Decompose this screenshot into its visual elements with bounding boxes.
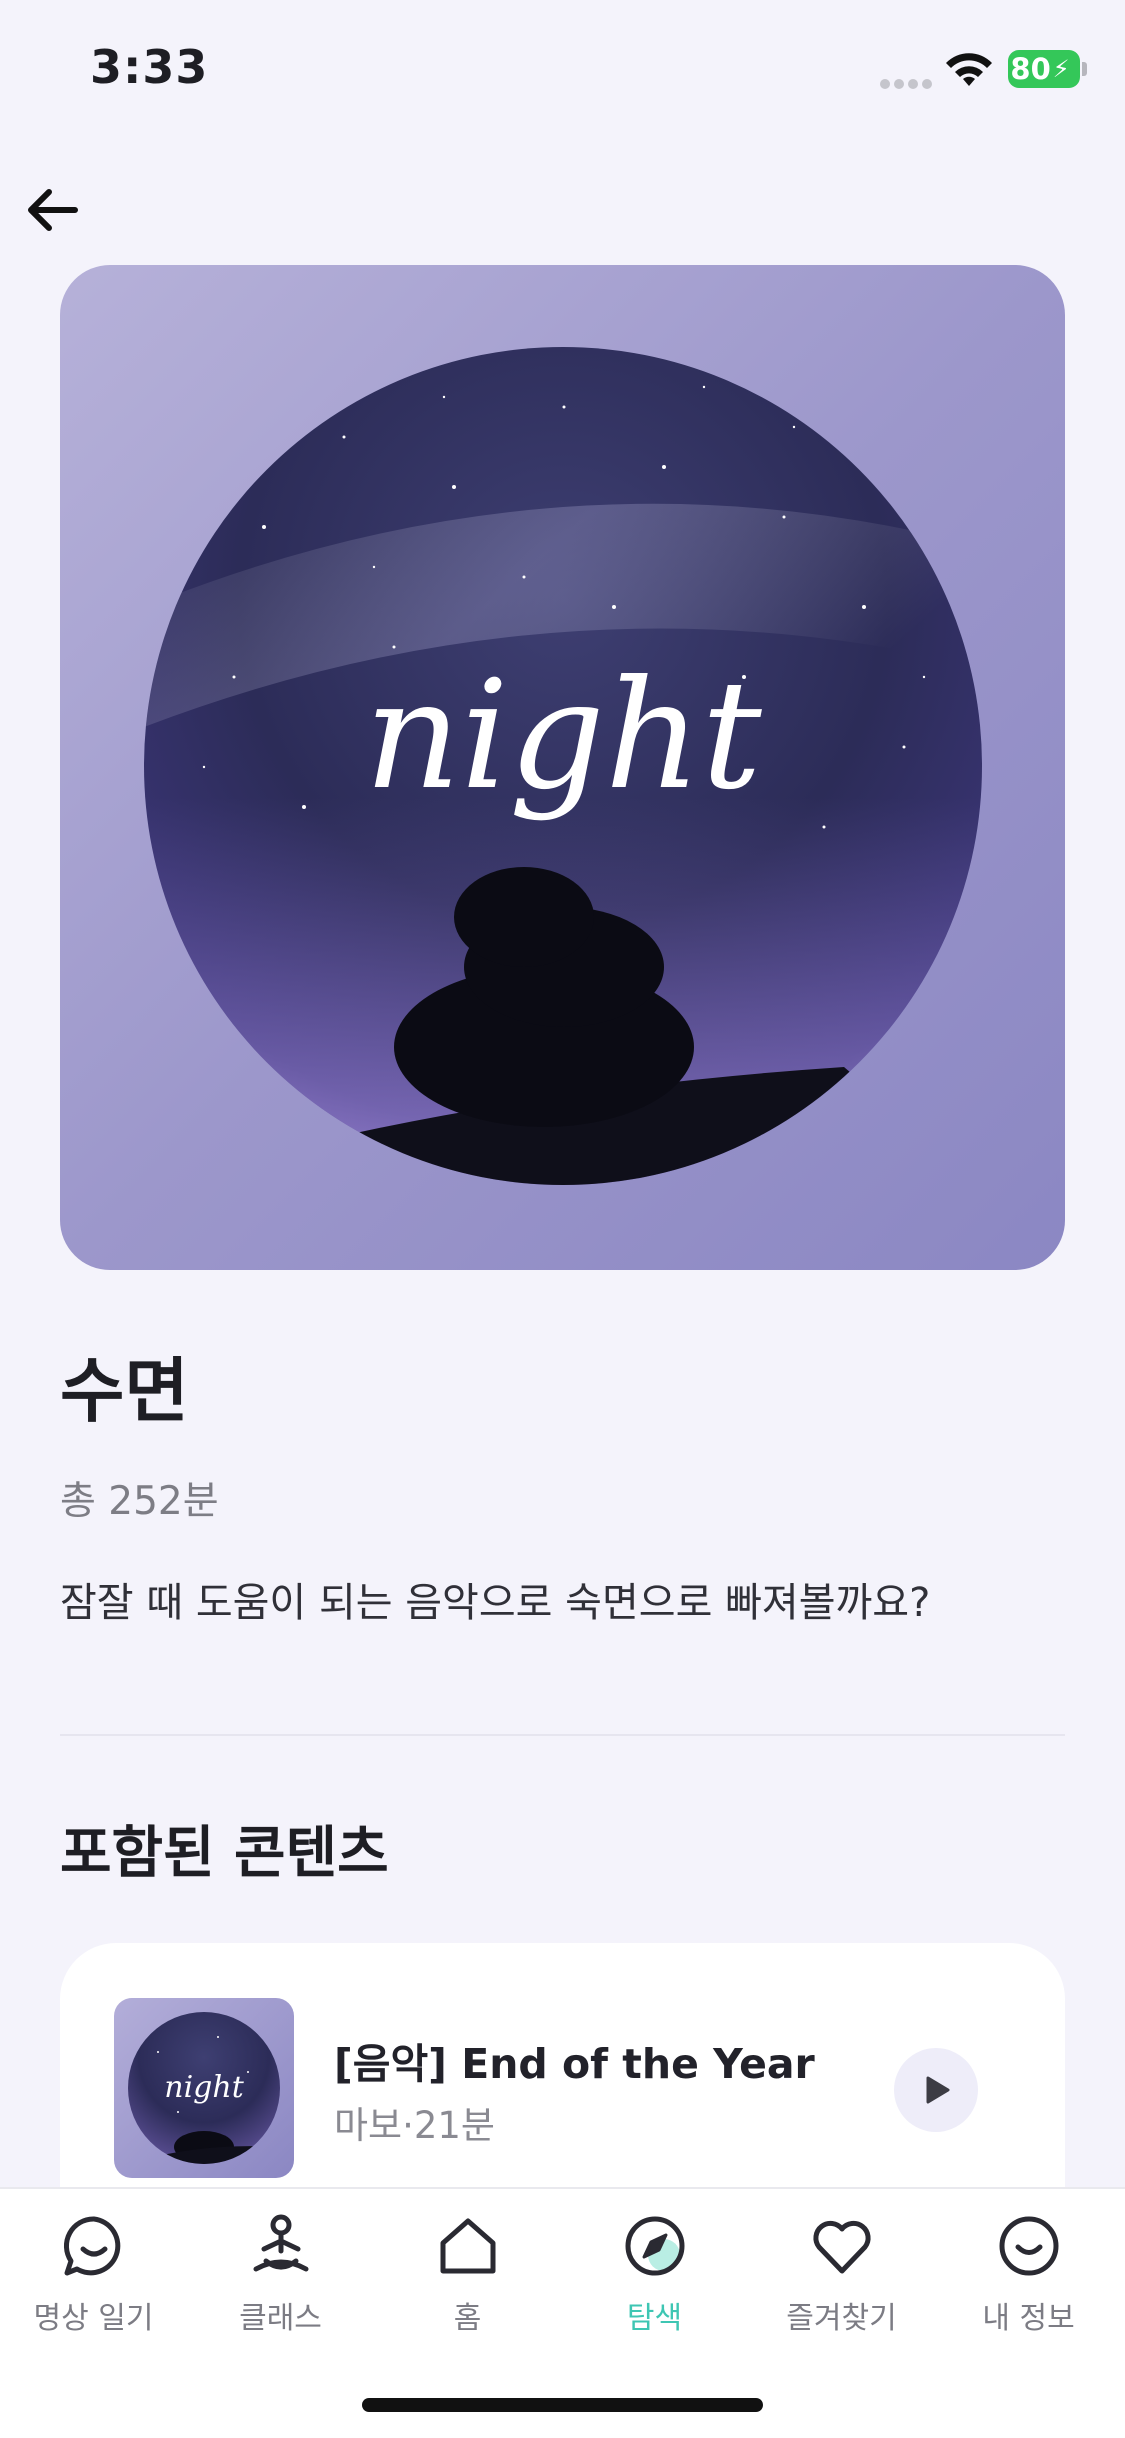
home-indicator	[362, 2398, 763, 2412]
play-button[interactable]	[894, 2048, 978, 2132]
tab-label: 내 정보	[982, 2301, 1075, 2336]
thumbnail-text: night	[164, 2070, 244, 2105]
tab-label: 즐겨찾기	[786, 2301, 897, 2336]
tab-explore[interactable]: 탐색	[561, 2189, 748, 2359]
battery-level: 80	[1010, 52, 1051, 86]
meditation-person-icon	[253, 2214, 308, 2272]
status-bar: 3:33 80 ⚡	[0, 0, 1125, 140]
starfield: night	[144, 385, 982, 1185]
track-title: [음악] End of the Year	[334, 2040, 815, 2088]
smile-face-icon	[999, 2216, 1058, 2276]
tab-label: 홈	[453, 2301, 482, 2336]
hero-artwork: night	[60, 265, 1065, 1270]
tab-class[interactable]: 클래스	[187, 2189, 374, 2359]
tab-label: 클래스	[239, 2301, 322, 2336]
wifi-icon	[946, 53, 992, 86]
tab-label: 탐색	[626, 2301, 683, 2336]
collection-description: 잠잘 때 도움이 되는 음악으로 숙면으로 빠져볼까요?	[60, 1580, 931, 1626]
status-time: 3:33	[90, 40, 209, 94]
tab-home[interactable]: 홈	[374, 2189, 561, 2359]
tab-meditation-diary[interactable]: 명상 일기	[0, 2189, 187, 2359]
play-icon	[926, 2076, 950, 2104]
track-meta: 마보·21분	[334, 2104, 495, 2147]
tab-label: 명상 일기	[33, 2301, 154, 2336]
tab-favorites[interactable]: 즐겨찾기	[748, 2189, 935, 2359]
tab-my-info[interactable]: 내 정보	[935, 2189, 1122, 2359]
compass-icon	[625, 2216, 684, 2276]
track-thumbnail: night	[114, 1998, 294, 2178]
artwork-title: night	[364, 649, 762, 823]
page-title: 수면	[60, 1350, 189, 1432]
track-list-item[interactable]: night [음악] End of the Year 마보·21분	[60, 1943, 1065, 2203]
battery-icon: 80 ⚡	[1008, 50, 1087, 88]
divider	[60, 1734, 1065, 1736]
cellular-signal-icon	[880, 74, 936, 89]
section-title: 포함된 콘텐츠	[60, 1821, 389, 1886]
back-button[interactable]	[18, 175, 88, 245]
night-sky-artwork: night	[144, 347, 982, 1185]
arrow-left-icon	[28, 189, 78, 231]
home-icon	[440, 2218, 495, 2274]
total-duration: 총 252분	[60, 1479, 219, 1524]
heart-icon	[812, 2220, 871, 2274]
chat-smile-icon	[63, 2216, 120, 2276]
